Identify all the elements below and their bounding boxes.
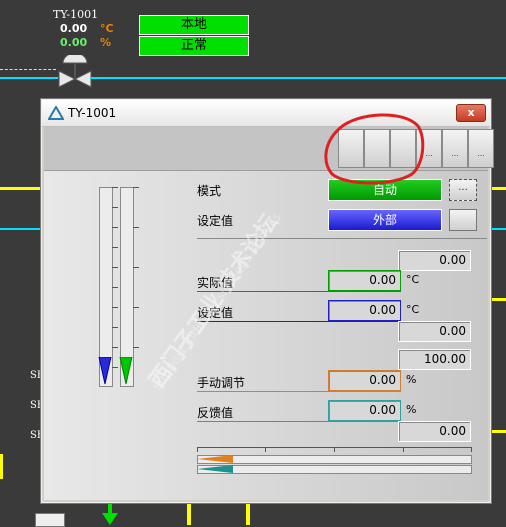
tick [403, 447, 404, 452]
valve-icon[interactable] [55, 55, 95, 89]
pv-range-low: 0.00 [398, 321, 471, 342]
tick [471, 447, 472, 452]
tick [334, 447, 335, 452]
pv-unit: °C [100, 22, 114, 35]
tick [197, 447, 198, 452]
actual-unit: °C [406, 273, 420, 286]
tick [112, 327, 118, 328]
out-unit: % [100, 36, 112, 49]
pv-value: 0.00 [60, 22, 88, 35]
status-local[interactable]: 本地 [139, 15, 249, 35]
manual-bar-pointer-icon [197, 455, 233, 463]
toolbar-button-5[interactable]: ... [442, 129, 468, 168]
pipe-left [0, 228, 41, 230]
annotation-circle [324, 113, 425, 185]
tick [112, 207, 118, 208]
tick [265, 447, 266, 452]
tick [112, 367, 118, 368]
tick [133, 267, 139, 268]
line-bottom-2 [246, 501, 250, 525]
sp-pointer-icon [119, 357, 133, 385]
feedback-bar-pointer-icon [197, 465, 233, 473]
output-bar-graph [197, 447, 472, 479]
sp-value[interactable]: 0.00 [328, 300, 401, 321]
tick [112, 347, 118, 348]
feedback-label: 反馈值 [197, 406, 234, 420]
tick [112, 287, 118, 288]
line-left-v [0, 454, 3, 479]
manual-value[interactable]: 0.00 [328, 370, 401, 391]
manual-bar [197, 455, 472, 464]
pv-pointer-icon [98, 357, 112, 385]
out-range-high: 100.00 [398, 349, 471, 370]
tick [133, 227, 139, 228]
setpoint-label: 设定值 [197, 214, 234, 228]
bar-graph [95, 187, 150, 387]
tick [112, 187, 118, 188]
window-title: TY-1001 [68, 106, 117, 120]
line-left-1 [0, 187, 41, 190]
line-right-2 [489, 298, 506, 301]
out-value: 0.00 [60, 36, 88, 49]
sp-underline [197, 321, 401, 322]
feedback-value: 0.00 [328, 400, 401, 421]
manual-label: 手动调节 [197, 376, 246, 390]
tick [112, 247, 118, 248]
feedback-underline [197, 421, 401, 422]
setpoint-external-button[interactable]: 外部 [328, 209, 442, 231]
mode-label: 模式 [197, 184, 222, 198]
tag-label: TY-1001 [53, 8, 99, 21]
tick [133, 187, 139, 188]
manual-unit: % [406, 373, 417, 386]
manual-underline [197, 391, 401, 392]
mode-more-button[interactable]: ... [449, 179, 477, 201]
line-bottom-1 [187, 501, 191, 525]
sp-unit: °C [406, 303, 420, 316]
tick [133, 347, 139, 348]
toolbar-button-6[interactable]: ... [468, 129, 494, 168]
tick [112, 267, 118, 268]
line-right-1 [489, 187, 506, 190]
tick [112, 227, 118, 228]
line-right-3 [489, 430, 506, 433]
out-range-low: 0.00 [398, 421, 471, 442]
pipe-right [489, 228, 506, 230]
arrow-down-icon [102, 503, 118, 525]
pipe-top [90, 77, 506, 79]
tick [112, 307, 118, 308]
signal-line [0, 69, 56, 70]
close-button[interactable]: x [456, 104, 486, 122]
status-normal[interactable]: 正常 [139, 36, 249, 56]
feedback-unit: % [406, 403, 417, 416]
setpoint-switch-button[interactable] [449, 209, 477, 231]
feedback-bar [197, 465, 472, 474]
actual-value: 0.00 [328, 270, 401, 291]
app-icon [48, 106, 64, 120]
tick [133, 307, 139, 308]
pipe-top-left [0, 77, 58, 79]
pv-range-high: 0.00 [398, 250, 471, 271]
